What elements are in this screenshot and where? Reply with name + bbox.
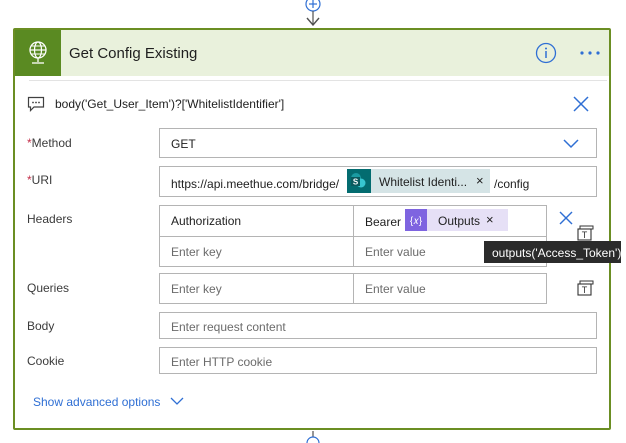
query-value-input[interactable]: Enter value [365,282,426,296]
svg-text:{𝑥}: {𝑥} [410,216,423,227]
token-label: Outputs [438,214,481,228]
body-placeholder: Enter request content [171,320,286,334]
headers-label: Headers [27,212,73,226]
body-label: Body [27,319,55,333]
header-value-input[interactable]: Enter value [365,245,426,259]
cookie-input[interactable]: Enter HTTP cookie [159,347,597,374]
svg-text:T: T [582,230,588,240]
show-advanced-options-label: Show advanced options [33,395,161,409]
add-step-icon[interactable] [300,0,326,26]
chevron-down-icon[interactable] [563,139,579,149]
globe-icon [15,30,61,76]
header-value-bearer[interactable]: Bearer [365,215,401,229]
method-dropdown[interactable]: GET [159,128,597,158]
method-label-text: Method [31,136,72,150]
svg-text:S: S [353,178,359,187]
uri-field[interactable]: https://api.meethue.com/bridge/ S Whitel… [159,166,597,197]
header-divider [29,80,607,81]
uri-suffix-text: /config [494,177,530,191]
sharepoint-icon: S [347,169,371,193]
close-icon[interactable] [571,94,591,114]
close-icon[interactable] [558,210,574,226]
comment-icon [27,96,45,112]
remove-token-button[interactable]: × [486,212,494,227]
uri-label-text: URI [31,173,53,187]
headers-row-divider [160,236,546,237]
queries-column-divider [353,274,354,303]
chevron-down-icon [170,397,184,405]
card-header[interactable]: Get Config Existing [15,30,609,76]
show-advanced-options-link[interactable]: Show advanced options [33,395,184,409]
cookie-label: Cookie [27,354,65,368]
connector-line-bottom [306,431,320,443]
cookie-placeholder: Enter HTTP cookie [171,355,273,369]
remove-token-button[interactable]: × [476,173,484,188]
token-label: Whitelist Identi... [379,175,468,189]
info-icon[interactable] [535,42,557,64]
more-options-icon[interactable] [577,42,603,64]
header-key-authorization[interactable]: Authorization [171,214,241,228]
header-key-input[interactable]: Enter key [171,245,222,259]
uri-label: *URI [27,173,52,187]
svg-text:T: T [582,285,588,295]
outputs-token[interactable]: {𝑥} Outputs × [405,209,508,231]
action-title[interactable]: Get Config Existing [69,45,197,62]
switch-to-text-mode-icon[interactable]: T [576,279,594,297]
whitelist-identifier-token[interactable]: S Whitelist Identi... × [347,169,490,193]
expression-tooltip: outputs('Access_Token') [484,241,621,263]
uri-prefix-text: https://api.meethue.com/bridge/ [171,177,340,191]
http-action-card: Get Config Existing body('Get_User_Item'… [13,28,611,430]
body-input[interactable]: Enter request content [159,312,597,339]
comment-row: body('Get_User_Item')?['WhitelistIdentif… [27,94,597,114]
expression-icon: {𝑥} [405,209,427,231]
query-key-input[interactable]: Enter key [171,282,222,296]
switch-to-text-mode-icon[interactable]: T [576,224,594,242]
queries-table: Enter key Enter value [159,273,547,304]
comment-text[interactable]: body('Get_User_Item')?['WhitelistIdentif… [55,97,284,111]
queries-label: Queries [27,281,70,295]
method-value: GET [171,137,196,151]
method-label: *Method [27,136,72,150]
